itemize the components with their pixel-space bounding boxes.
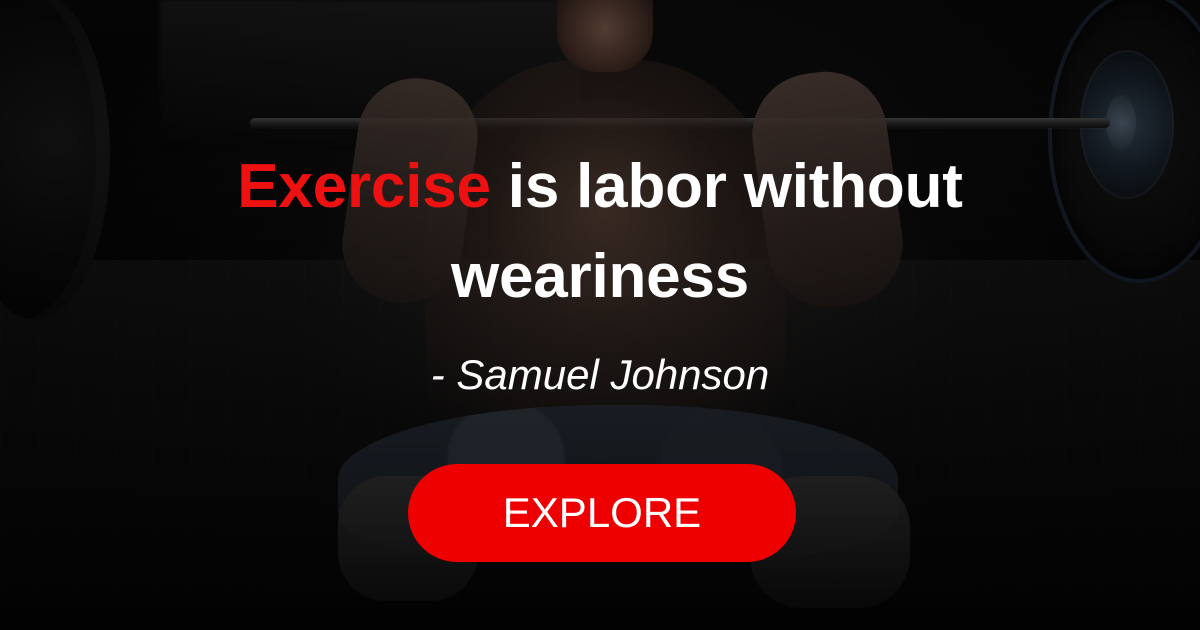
quote-line-2: weariness: [450, 242, 750, 311]
quote-text: Exercise is labor without weariness: [0, 142, 1200, 322]
quote-line-1: is labor without: [490, 152, 963, 221]
explore-button[interactable]: EXPLORE: [408, 464, 796, 562]
hero-content: Exercise is labor without weariness - Sa…: [0, 0, 1200, 630]
quote-author: - Samuel Johnson: [430, 351, 770, 398]
quote-highlight: Exercise: [237, 152, 491, 221]
hero-banner: Exercise is labor without weariness - Sa…: [0, 0, 1200, 630]
